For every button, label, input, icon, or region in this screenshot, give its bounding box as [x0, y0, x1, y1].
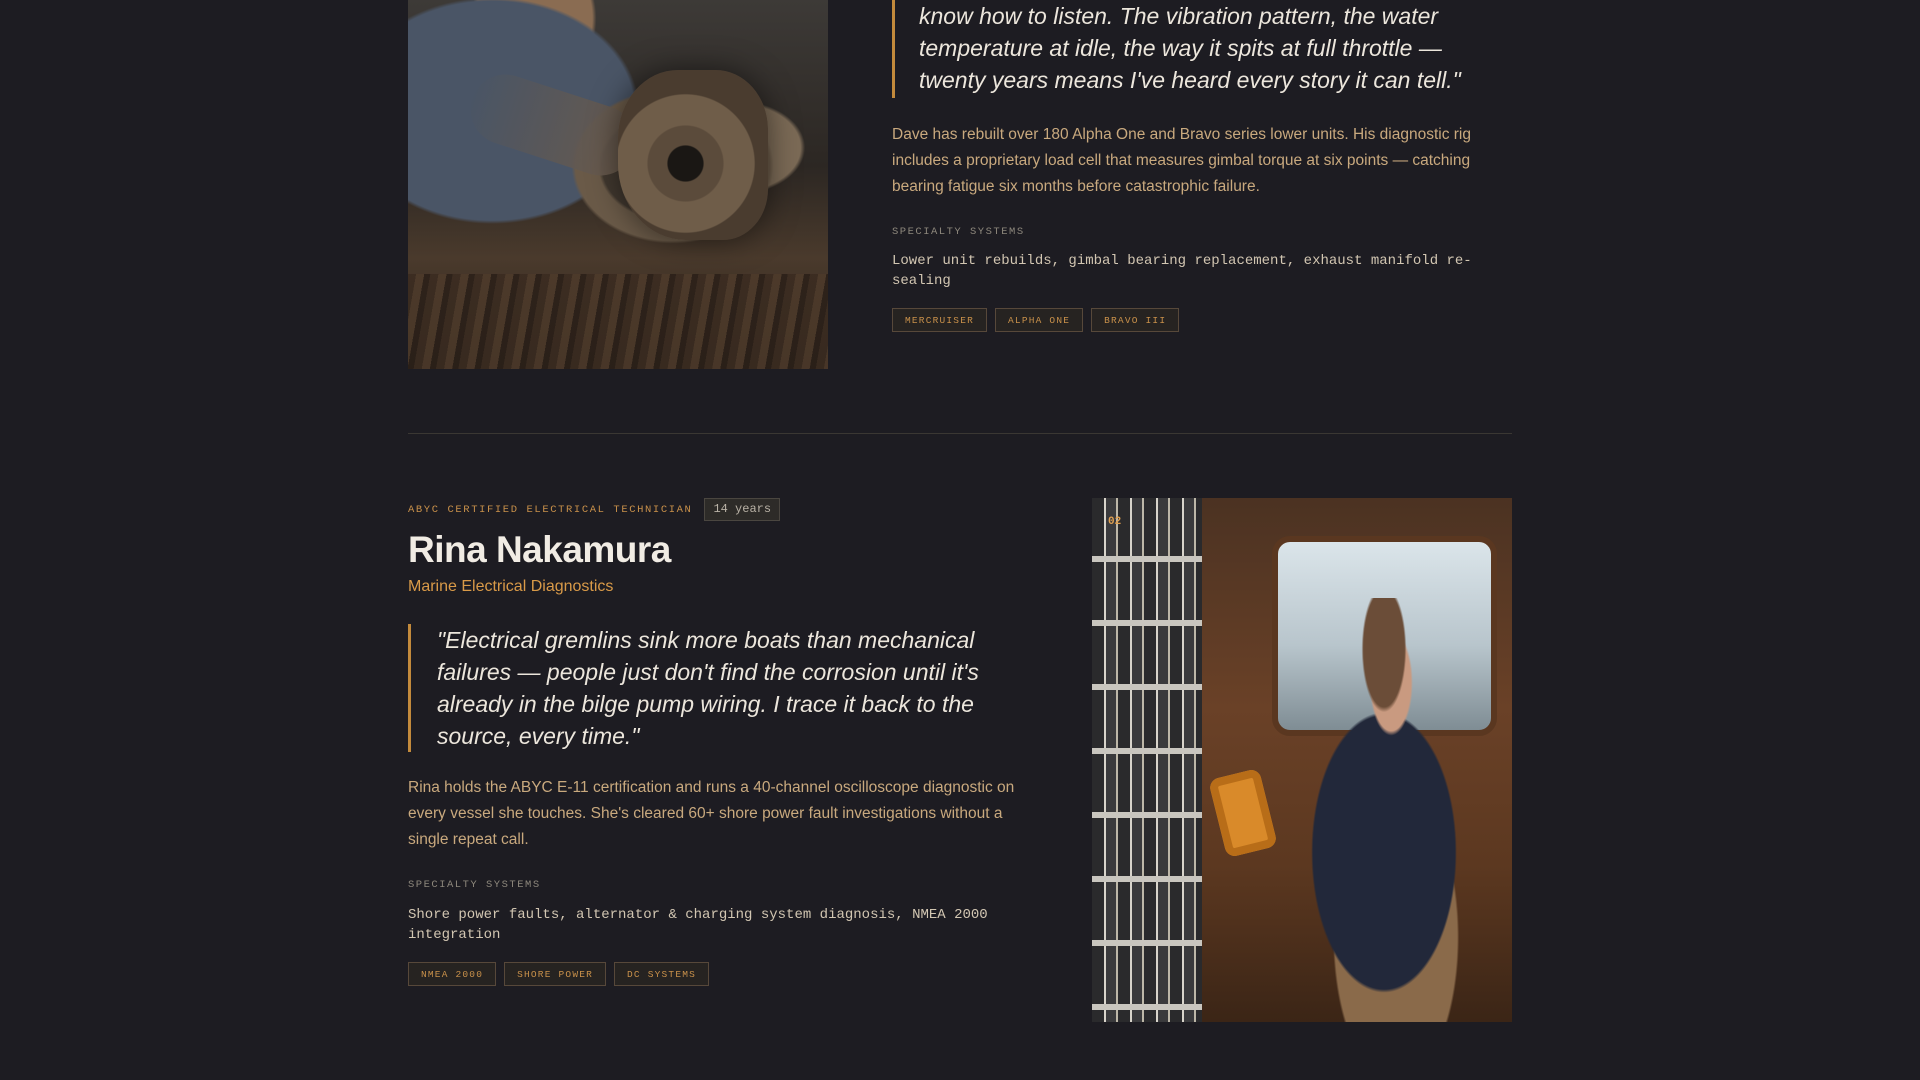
rina-years-badge: 14 years: [704, 498, 781, 521]
dave-quote: know how to listen. The vibration patter…: [892, 0, 1492, 98]
tag-bravo-iii[interactable]: BRAVO III: [1091, 308, 1180, 332]
rina-bio: Rina holds the ABYC E-11 certification a…: [408, 779, 1015, 848]
dave-tags: MERCRUISER ALPHA ONE BRAVO III: [892, 308, 1180, 332]
tag-shore-power[interactable]: SHORE POWER: [504, 962, 607, 986]
dave-quote-text: know how to listen. The vibration patter…: [919, 3, 1461, 93]
rina-photo-number: 02: [1108, 516, 1122, 528]
tag-alpha-one[interactable]: ALPHA ONE: [995, 308, 1084, 332]
rina-name: Rina Nakamura: [408, 529, 671, 570]
rina-role: Marine Electrical Diagnostics: [408, 578, 614, 595]
dave-specialty-systems: Lower unit rebuilds, gimbal bearing repl…: [892, 253, 1472, 289]
rina-specialty-label: SPECIALTY SYSTEMS: [408, 879, 541, 891]
tag-nmea-2000[interactable]: NMEA 2000: [408, 962, 497, 986]
rina-quote: "Electrical gremlins sink more boats tha…: [408, 624, 1018, 752]
rina-certification: ABYC CERTIFIED ELECTRICAL TECHNICIAN: [408, 503, 693, 516]
dave-specialty-label: SPECIALTY SYSTEMS: [892, 226, 1025, 238]
rina-photo: 02: [1092, 498, 1512, 1022]
dave-photo: [408, 0, 828, 369]
rina-eyebrow: ABYC CERTIFIED ELECTRICAL TECHNICIAN 14 …: [408, 498, 781, 521]
tag-dc-systems[interactable]: DC SYSTEMS: [614, 962, 710, 986]
rina-specialty-systems: Shore power faults, alternator & chargin…: [408, 907, 988, 943]
dave-bio: Dave has rebuilt over 180 Alpha One and …: [892, 126, 1471, 195]
rina-quote-text: "Electrical gremlins sink more boats tha…: [437, 627, 979, 749]
rina-tags: NMEA 2000 SHORE POWER DC SYSTEMS: [408, 962, 710, 986]
section-divider: [408, 433, 1512, 434]
tag-mercruiser[interactable]: MERCRUISER: [892, 308, 988, 332]
